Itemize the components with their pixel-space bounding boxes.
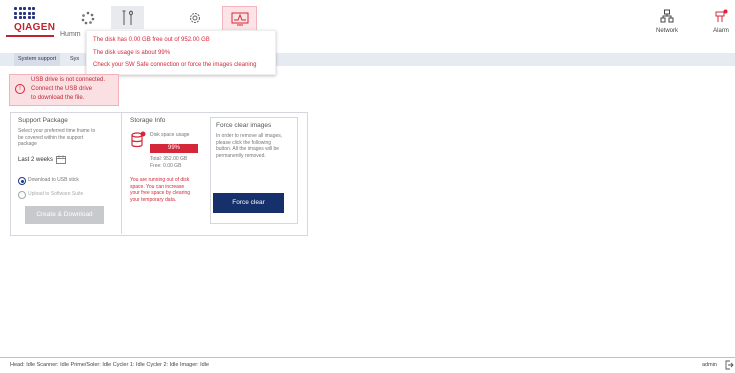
logo-dot: [14, 11, 17, 15]
logo-dot: [27, 16, 31, 19]
support-desc-line: package: [18, 141, 37, 147]
support-package-title: Support Package: [18, 117, 68, 124]
logo-dot: [27, 11, 31, 15]
loading-icon: [81, 11, 94, 24]
option-usb-label: Download to USB stick: [28, 177, 79, 183]
alarm-label: Alarm: [713, 28, 729, 34]
logo-dot: [18, 7, 22, 10]
logo-dot: [14, 7, 17, 10]
tab-sys[interactable]: Sys: [66, 53, 83, 66]
logo-underline: [6, 35, 54, 37]
tooltip-line: Check your SW Safe connection or force t…: [93, 62, 257, 68]
logo-dot: [18, 11, 22, 15]
tooltip-line: The disk has 0.00 GB free out of 952.00 …: [93, 37, 210, 43]
support-desc-line: Select your preferred time frame to: [18, 128, 96, 134]
date-range-label: Last 2 weeks: [18, 156, 54, 163]
logo-dot: [14, 16, 17, 19]
support-desc: Select your preferred time frame to be c…: [18, 128, 95, 148]
storage-warning: You are running out of disk space. You c…: [130, 177, 190, 203]
tab-system-support[interactable]: System support: [14, 53, 61, 66]
logo-dot: [32, 11, 35, 15]
logo-dot: [23, 11, 26, 15]
radio-upload-suite[interactable]: [18, 191, 26, 199]
logo-dot: [32, 7, 35, 10]
logo-dot: [32, 16, 35, 19]
app-name: Humm: [60, 31, 81, 38]
current-user[interactable]: admin: [702, 362, 717, 368]
option-upload-label: Upload to Software Suite: [28, 191, 84, 197]
database-alert-icon: [131, 131, 146, 148]
logout-icon[interactable]: [724, 360, 734, 370]
total-space: Total: 952.00 GB: [150, 156, 188, 162]
storage-info-title: Storage Info: [130, 117, 166, 124]
force-desc-line: In order to remove all images,: [216, 133, 283, 139]
network-label: Network: [655, 28, 678, 34]
monitor-alert-icon: [231, 12, 248, 25]
logo-dot: [18, 16, 22, 19]
alarm-button[interactable]: Alarm: [707, 9, 735, 34]
usb-warning-line: to download the file.: [31, 95, 85, 101]
disk-usage-label: Disk space usage: [150, 132, 190, 138]
gear-icon: [189, 12, 200, 23]
logo-dot: [27, 7, 31, 10]
usb-warning-line: Connect the USB drive: [31, 86, 93, 92]
force-clear-desc: In order to remove all images, please cl…: [216, 133, 282, 159]
warning-icon: !: [15, 84, 25, 94]
force-desc-line: button. All the images will be: [216, 146, 280, 152]
disk-usage-bar: 99%: [150, 144, 198, 153]
column-divider: [121, 112, 122, 234]
free-space: Free: 0.00 GB: [150, 163, 182, 169]
tools-icon: [122, 10, 133, 25]
radio-download-usb[interactable]: [18, 177, 26, 185]
qiagen-logo: QIAGEN: [14, 22, 56, 33]
date-range-selector[interactable]: Last 2 weeks: [18, 155, 66, 164]
tools-tool-button[interactable]: [111, 6, 144, 29]
network-button[interactable]: Network: [652, 9, 682, 34]
alarm-icon: [715, 9, 728, 22]
loading-tool-button[interactable]: [71, 6, 104, 29]
qiagen-logo-dots: [14, 7, 36, 21]
storage-warning-line: your temporary data.: [130, 196, 177, 203]
disk-usage-tooltip: The disk has 0.00 GB free out of 952.00 …: [86, 30, 276, 75]
force-clear-title: Force clear images: [216, 122, 272, 129]
settings-tool-button[interactable]: [178, 6, 211, 29]
monitor-tool-button[interactable]: [222, 6, 257, 31]
usb-warning-banner: ! USB drive is not connected. Connect th…: [9, 74, 119, 106]
usb-warning-line: USB drive is not connected.: [31, 77, 106, 83]
logo-dot: [23, 16, 26, 19]
network-icon: [660, 9, 674, 23]
device-status-text: Head: Idle Scanner: Idle Prime/Soler: Id…: [10, 362, 210, 368]
logo-dot: [23, 7, 26, 10]
calendar-icon: [56, 155, 66, 164]
tooltip-line: The disk usage is about 99%: [93, 50, 171, 56]
storage-warning-line: You are running out of disk: [130, 177, 190, 183]
force-clear-button[interactable]: Force clear: [213, 193, 284, 213]
force-desc-line: permanently removed.: [216, 152, 266, 159]
create-download-button[interactable]: Create & Download: [25, 206, 104, 224]
storage-warning-line: your free space by clearing: [130, 190, 191, 196]
